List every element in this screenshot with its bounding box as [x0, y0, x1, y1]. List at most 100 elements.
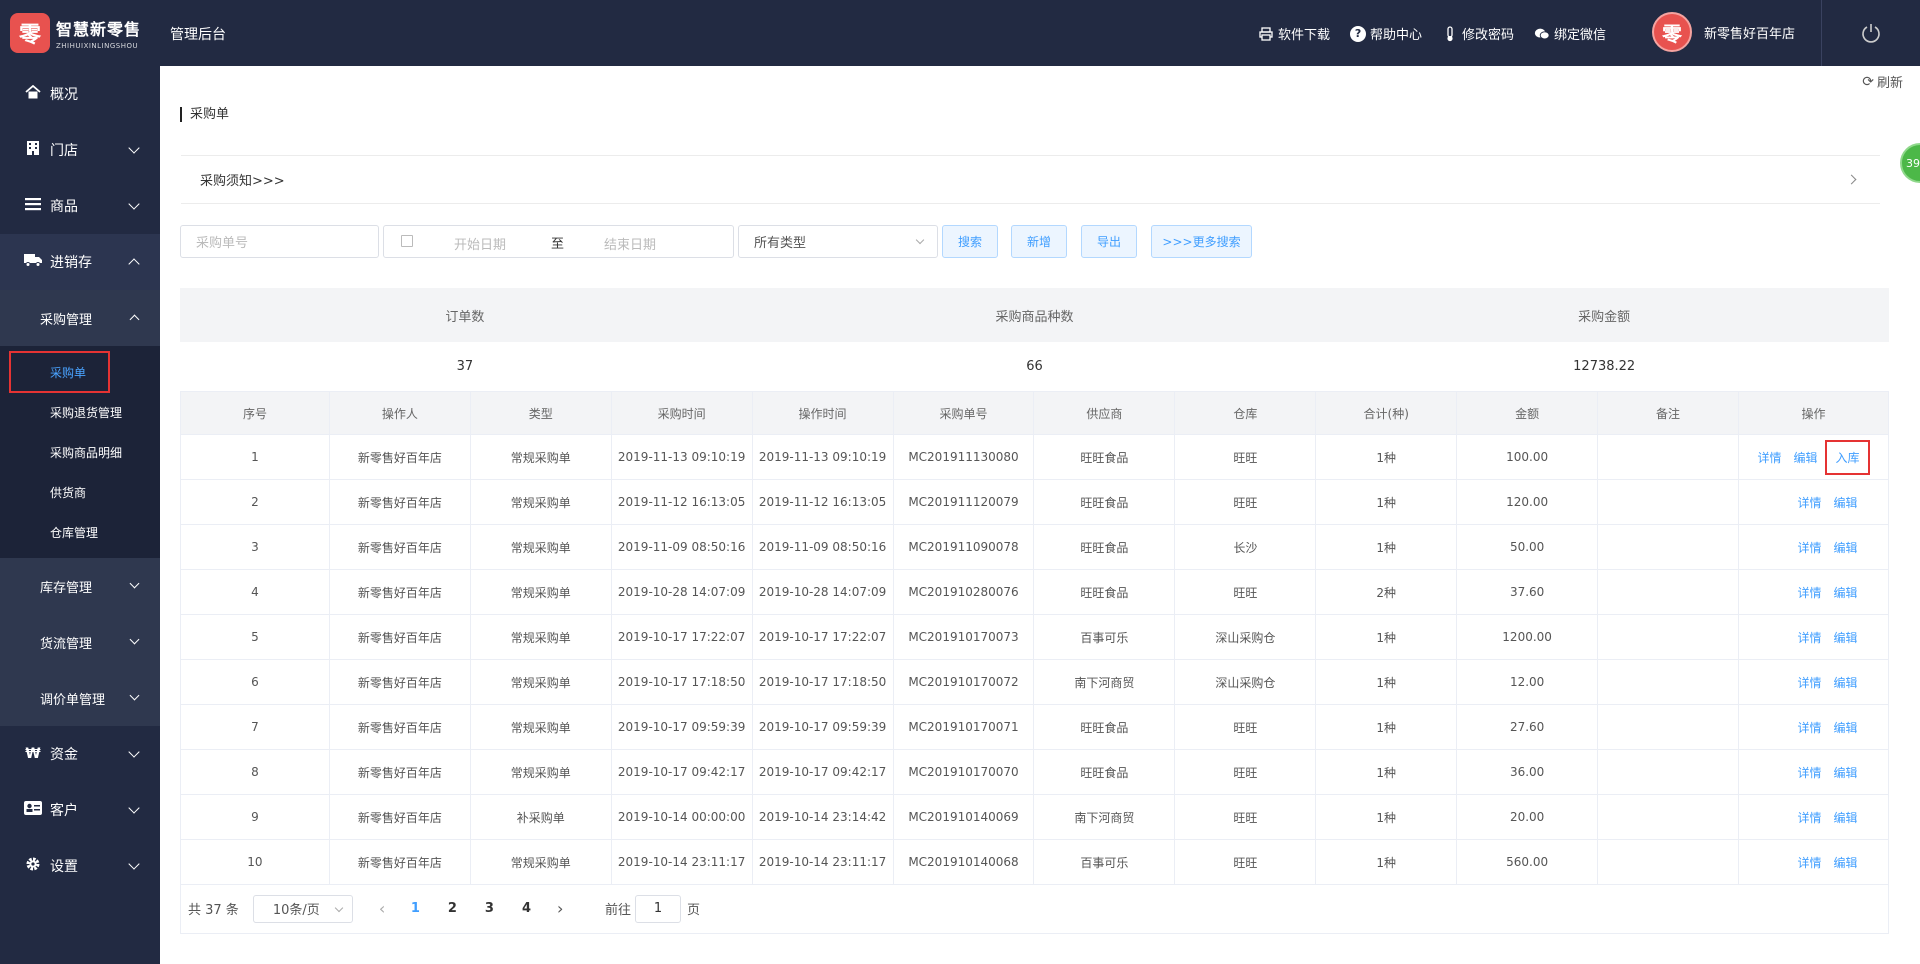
edit-link[interactable]: 编辑 — [1793, 449, 1817, 466]
software-download-link[interactable]: 软件下载 — [1258, 24, 1330, 43]
edit-link[interactable]: 编辑 — [1833, 674, 1857, 691]
page-title: 采购单 — [180, 107, 229, 122]
sidebar-item-purchase-management[interactable]: 采购管理 — [0, 290, 160, 346]
edit-link[interactable]: 编辑 — [1833, 764, 1857, 781]
table-cell: 1种 — [1315, 524, 1458, 570]
top-bar: 零 智慧新零售 ZHIHUIXINLINGSHOU 管理后台 软件下载 ? 帮助… — [0, 0, 1920, 66]
add-button[interactable]: 新增 — [1011, 225, 1067, 258]
table-cell: 1种 — [1315, 839, 1458, 885]
goto-page-input[interactable]: 1 — [635, 894, 682, 923]
table-cell: 补采购单 — [469, 794, 612, 840]
detail-link[interactable]: 详情 — [1797, 584, 1821, 601]
help-center-link[interactable]: ? 帮助中心 — [1350, 24, 1422, 43]
prev-page-button[interactable]: ‹ — [379, 900, 389, 916]
sidebar-item-inventory[interactable]: 进销存 — [0, 234, 160, 290]
logo[interactable]: 零 智慧新零售 ZHIHUIXINLINGSHOU — [10, 13, 141, 53]
stat-value-amount: 12738.22 — [1573, 359, 1636, 374]
table-cell — [1597, 524, 1739, 570]
detail-link[interactable]: 详情 — [1797, 629, 1821, 646]
date-range-picker[interactable]: 开始日期 至 结束日期 — [383, 225, 734, 258]
table-cell — [1597, 569, 1739, 615]
gear-icon — [24, 856, 42, 876]
sidebar-item-stock-management[interactable]: 库存管理 — [0, 558, 160, 614]
sidebar-item-purchase-return[interactable]: 采购退货管理 — [0, 392, 160, 432]
edit-link[interactable]: 编辑 — [1833, 809, 1857, 826]
logout-button[interactable] — [1821, 0, 1920, 66]
currency-icon: ₩ — [25, 746, 41, 762]
bind-wechat-link[interactable]: 绑定微信 — [1534, 24, 1606, 43]
chevron-down-icon — [128, 142, 140, 154]
stock-in-link[interactable]: 入库 — [1825, 439, 1870, 475]
detail-link[interactable]: 详情 — [1797, 494, 1821, 511]
sidebar-item-settings[interactable]: 设置 — [0, 838, 160, 894]
sidebar-item-price-adjust-management[interactable]: 调价单管理 — [0, 670, 160, 726]
edit-link[interactable]: 编辑 — [1833, 539, 1857, 556]
sidebar-item-store[interactable]: 门店 — [0, 122, 160, 178]
power-icon — [1862, 24, 1880, 43]
sidebar-item-funds[interactable]: ₩ 资金 — [0, 726, 160, 782]
table-row: 1 新零售好百年店 常规采购单 2019-11-13 09:10:19 2019-11-… — [180, 434, 1890, 480]
detail-link[interactable]: 详情 — [1797, 719, 1821, 736]
refresh-button[interactable]: ⟳ 刷新 — [1862, 72, 1903, 92]
row-actions: 详情 编辑 — [1737, 839, 1890, 885]
table-cell — [1597, 479, 1739, 525]
sidebar-item-purchase-goods-detail[interactable]: 采购商品明细 — [0, 432, 160, 472]
column-header: 操作人 — [328, 391, 471, 435]
user-menu[interactable]: 零 新零售好百年店 — [1652, 12, 1795, 52]
wechat-icon — [1534, 26, 1550, 42]
column-header: 操作时间 — [751, 391, 894, 435]
edit-link[interactable]: 编辑 — [1833, 494, 1857, 511]
table-cell: MC201910170071 — [892, 704, 1035, 750]
sidebar-item-purchase-order[interactable]: 采购单 — [0, 351, 160, 393]
page-number[interactable]: 2 — [448, 901, 457, 916]
detail-link[interactable]: 详情 — [1797, 539, 1821, 556]
detail-link[interactable]: 详情 — [1797, 809, 1821, 826]
page-number[interactable]: 1 — [411, 901, 420, 916]
page-size-select[interactable]: 10条/页 — [252, 894, 353, 923]
table-cell: 2019-10-14 23:14:42 — [751, 794, 894, 840]
sidebar-item-label: 设置 — [50, 859, 78, 875]
floating-badge[interactable]: 39 — [1900, 143, 1920, 183]
column-header: 合计(种) — [1315, 391, 1458, 435]
table-cell: 4 — [180, 569, 330, 615]
search-button[interactable]: 搜索 — [942, 225, 998, 258]
purchase-notice[interactable]: 采购须知>>> — [181, 155, 1880, 204]
column-header: 采购时间 — [610, 391, 753, 435]
detail-link[interactable]: 详情 — [1797, 854, 1821, 871]
change-password-link[interactable]: 修改密码 — [1442, 24, 1514, 43]
table-row: 10 新零售好百年店 常规采购单 2019-10-14 23:11:17 2019-10… — [180, 839, 1890, 885]
table-cell — [1597, 434, 1739, 480]
page-number[interactable]: 4 — [522, 901, 531, 916]
edit-link[interactable]: 编辑 — [1833, 719, 1857, 736]
export-button[interactable]: 导出 — [1081, 225, 1137, 258]
more-search-button[interactable]: >>>更多搜索 — [1151, 225, 1252, 258]
detail-link[interactable]: 详情 — [1797, 674, 1821, 691]
calendar-icon — [401, 235, 413, 247]
type-select[interactable]: 所有类型 — [738, 225, 938, 258]
edit-link[interactable]: 编辑 — [1833, 854, 1857, 871]
sidebar-item-customer[interactable]: 客户 — [0, 782, 160, 838]
sidebar-item-goods[interactable]: 商品 — [0, 178, 160, 234]
help-icon: ? — [1350, 25, 1367, 42]
table-cell: 2019-11-09 08:50:16 — [751, 524, 894, 570]
sidebar-item-overview[interactable]: 概况 — [0, 66, 160, 122]
user-name: 新零售好百年店 — [1704, 26, 1796, 42]
row-action-group: 详情 编辑 — [1791, 494, 1863, 511]
refresh-icon: ⟳ — [1862, 73, 1874, 90]
stats-values: 37 66 12738.22 — [180, 342, 1889, 391]
detail-link[interactable]: 详情 — [1797, 764, 1821, 781]
table-cell: 旺旺 — [1174, 839, 1317, 885]
table-cell: 常规采购单 — [469, 479, 612, 525]
sidebar-item-logistics-management[interactable]: 货流管理 — [0, 614, 160, 670]
edit-link[interactable]: 编辑 — [1833, 629, 1857, 646]
edit-link[interactable]: 编辑 — [1833, 584, 1857, 601]
sidebar-item-warehouse[interactable]: 仓库管理 — [0, 512, 160, 552]
sidebar-item-label: 商品 — [50, 199, 78, 215]
sidebar-item-supplier[interactable]: 供货商 — [0, 472, 160, 512]
page-number[interactable]: 3 — [485, 901, 494, 916]
detail-link[interactable]: 详情 — [1757, 449, 1781, 466]
next-page-button[interactable]: › — [557, 900, 567, 916]
top-links: 软件下载 ? 帮助中心 修改密码 绑定微信 — [1258, 24, 1626, 43]
table-cell: MC201911090078 — [892, 524, 1035, 570]
order-number-input[interactable]: 采购单号 — [180, 225, 379, 258]
